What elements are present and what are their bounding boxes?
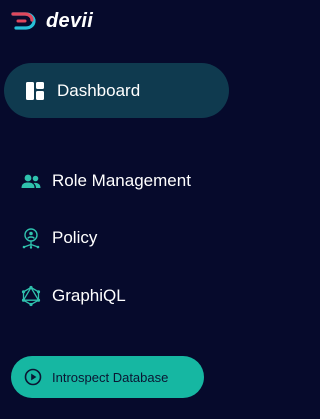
policy-icon xyxy=(22,228,40,249)
sidebar: devii Dashboard Role Management Policy G… xyxy=(0,0,247,419)
introspect-database-label: Introspect Database xyxy=(52,369,169,385)
devii-logo-icon xyxy=(11,12,36,30)
sidebar-item-label: Role Management xyxy=(52,171,191,190)
sidebar-item-graphiql[interactable]: GraphiQL xyxy=(20,281,126,311)
sidebar-item-policy[interactable]: Policy xyxy=(20,223,97,253)
introspect-database-button[interactable]: Introspect Database xyxy=(11,356,204,398)
graphql-icon xyxy=(21,285,41,307)
play-circle-icon xyxy=(24,368,42,386)
users-icon xyxy=(21,174,41,188)
brand-name: devii xyxy=(46,10,94,32)
sidebar-item-label: GraphiQL xyxy=(52,286,126,305)
sidebar-item-label: Dashboard xyxy=(57,80,141,100)
logo[interactable]: devii xyxy=(10,8,93,34)
sidebar-item-label: Policy xyxy=(52,228,98,247)
dashboard-icon xyxy=(26,81,44,100)
sidebar-item-role-management[interactable]: Role Management xyxy=(20,166,191,196)
sidebar-item-dashboard[interactable]: Dashboard xyxy=(4,63,229,118)
